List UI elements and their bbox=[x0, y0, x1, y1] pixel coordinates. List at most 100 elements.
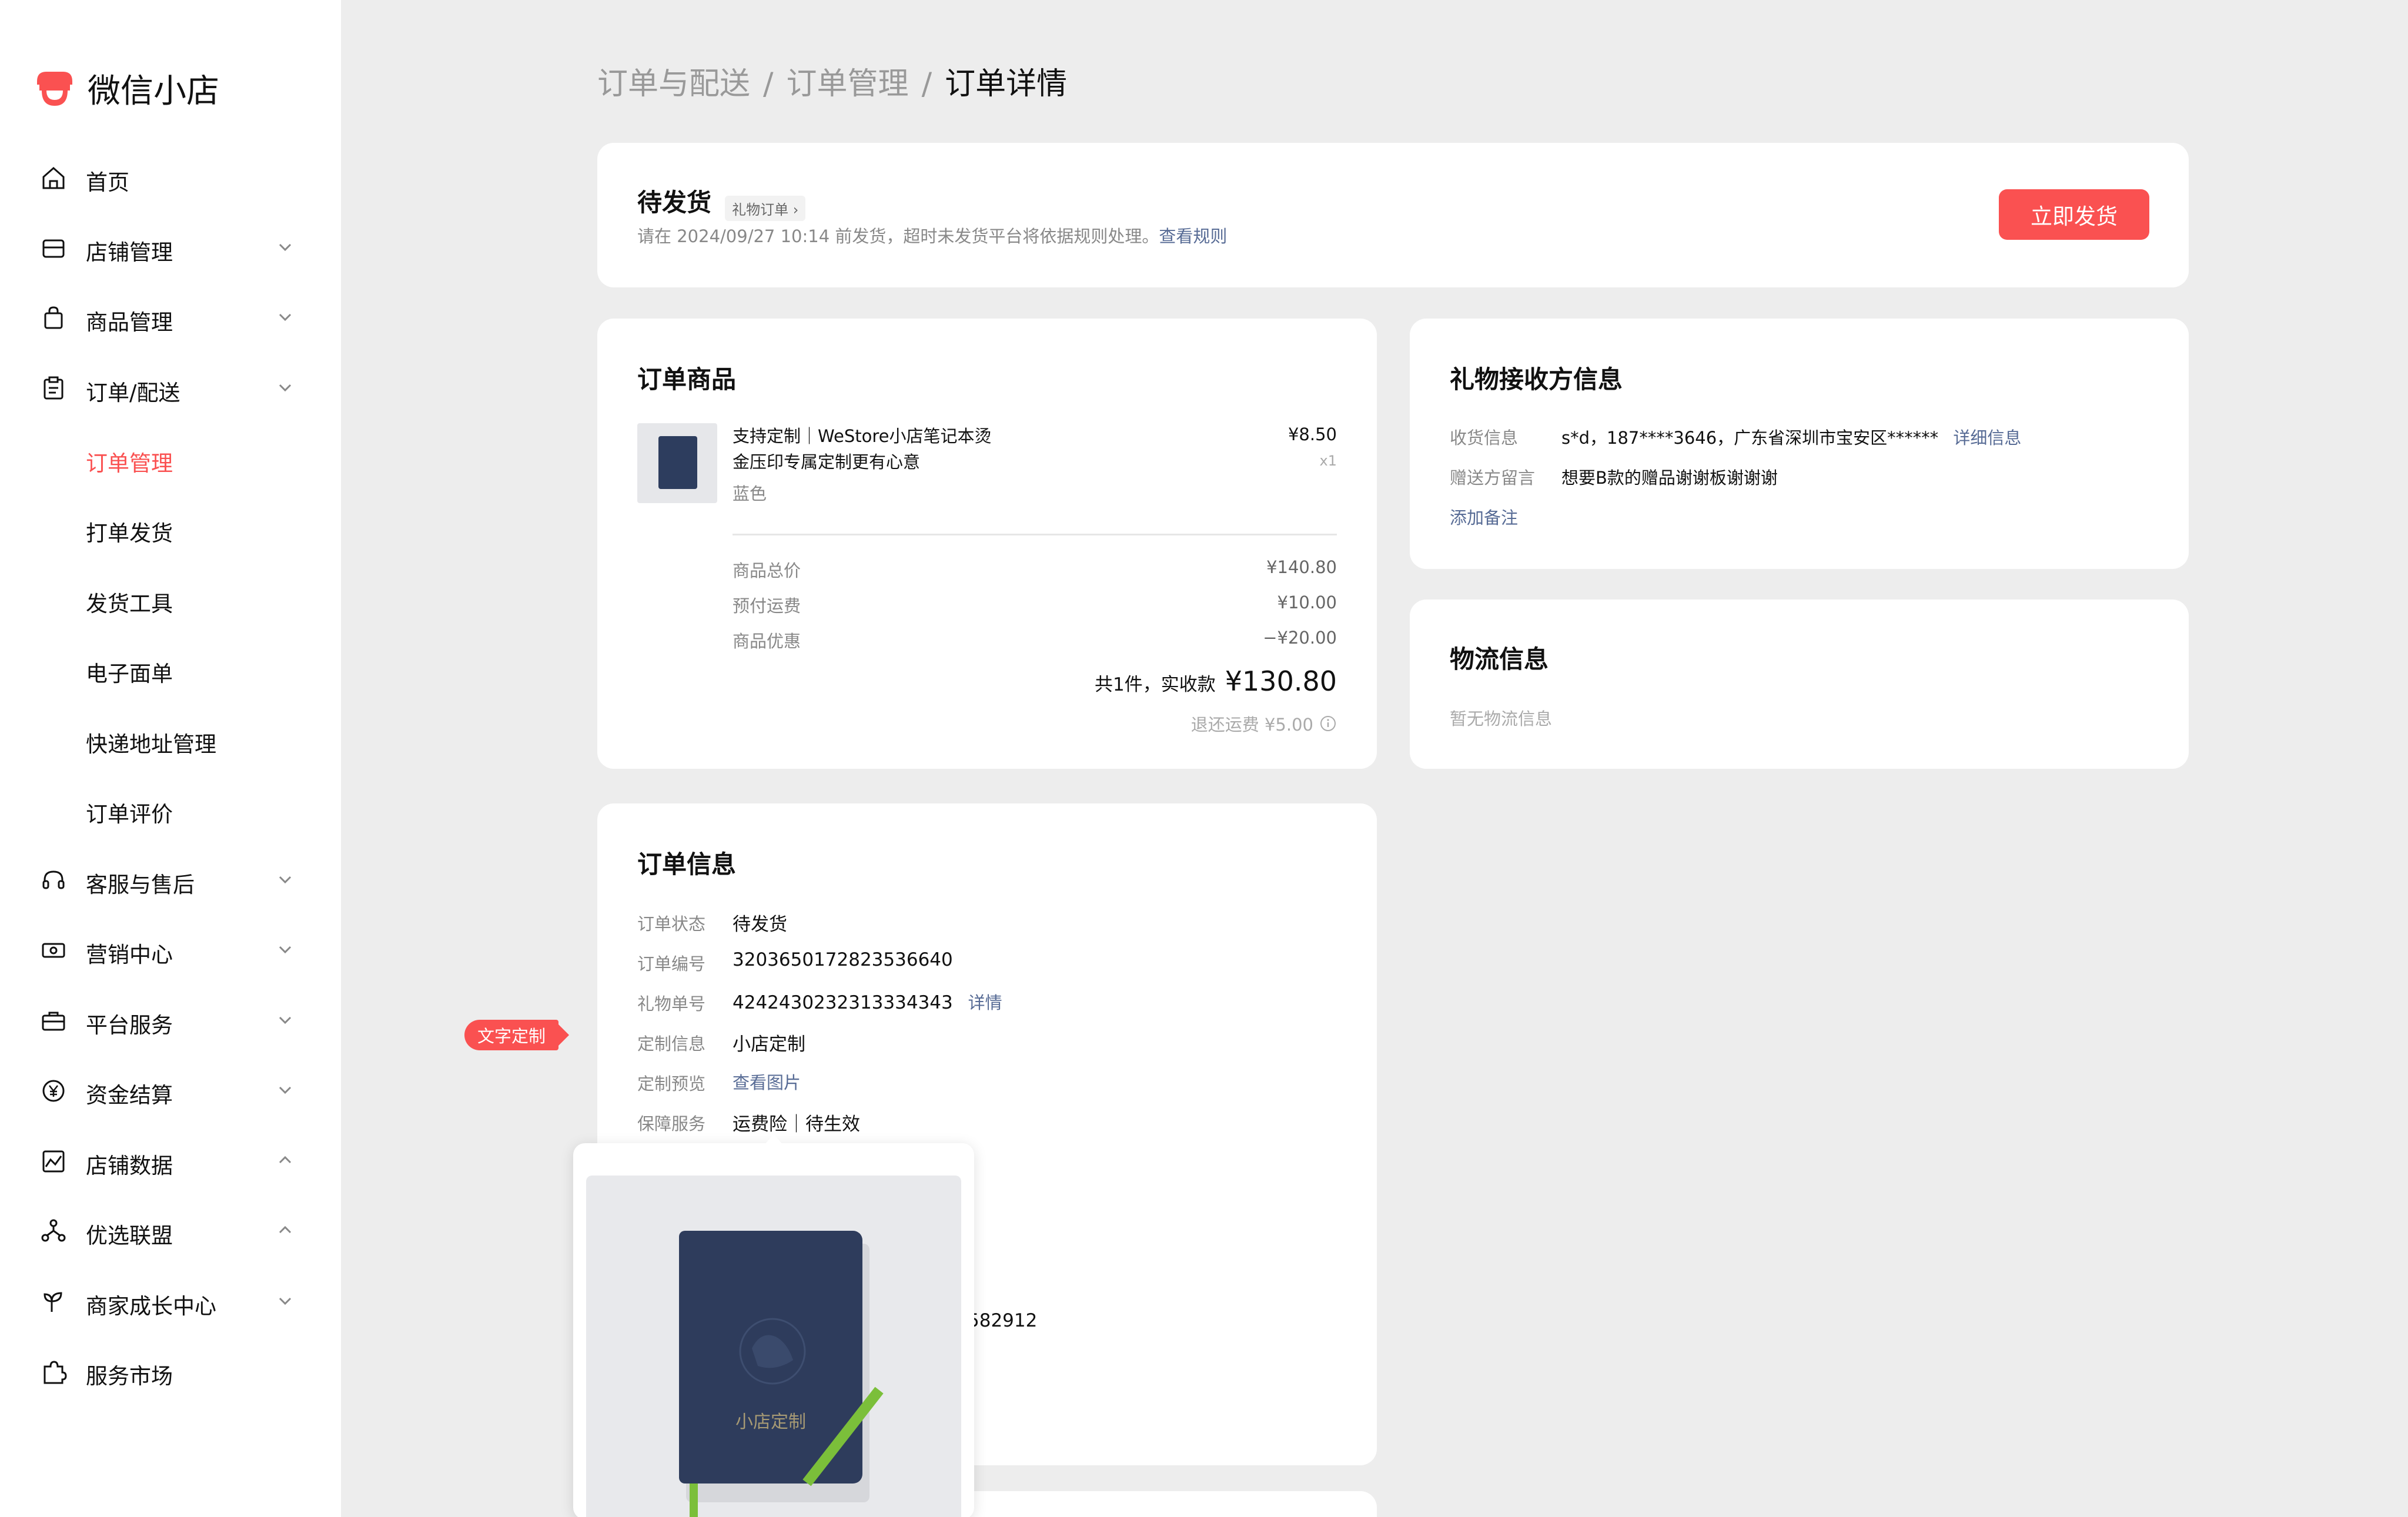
custom-info-label: 定制信息 bbox=[637, 1034, 706, 1054]
sidebar-item-label: 打单发货 bbox=[86, 521, 173, 546]
breadcrumb-item-orders[interactable]: 订单与配送 bbox=[597, 66, 750, 102]
total-label: 商品总价 bbox=[733, 561, 801, 581]
shop-logo-icon bbox=[37, 72, 72, 106]
breadcrumb-separator: / bbox=[763, 66, 774, 102]
sidebar-item-label: 发货工具 bbox=[86, 591, 173, 617]
sidebar-item-order-management[interactable]: 订单管理 bbox=[0, 435, 341, 482]
order-info-title: 订单信息 bbox=[637, 850, 737, 879]
sidebar-item-order-reviews[interactable]: 订单评价 bbox=[0, 786, 341, 833]
order-status-value: 待发货 bbox=[733, 914, 787, 935]
gift-order-tag[interactable]: 礼物订单 › bbox=[725, 196, 806, 221]
gift-number-text: 4242430232313334343 bbox=[733, 992, 953, 1013]
discount-value: −¥20.00 bbox=[1263, 628, 1337, 648]
add-note-link[interactable]: 添加备注 bbox=[1450, 504, 1518, 529]
status-title: 待发货 bbox=[637, 188, 712, 217]
globe-emboss-icon bbox=[739, 1318, 806, 1385]
detail-info-link[interactable]: 详细信息 bbox=[1953, 428, 2021, 448]
emboss-text: 小店定制 bbox=[735, 1412, 806, 1432]
sidebar-item-label: 首页 bbox=[86, 170, 129, 195]
summary-label: 共1件，实收款 bbox=[1095, 674, 1216, 695]
sidebar-item-products[interactable]: 商品管理 bbox=[0, 294, 341, 341]
store-icon bbox=[42, 239, 65, 258]
chart-icon bbox=[42, 1150, 65, 1173]
breadcrumb-separator: / bbox=[921, 66, 932, 102]
sidebar-item-marketing[interactable]: 营销中心 bbox=[0, 926, 341, 973]
breadcrumb: 订单与配送 / 订单管理 / 订单详情 bbox=[597, 59, 1067, 103]
product-name[interactable]: 支持定制｜WeStore小店笔记本烫 金压印专属定制更有心意 bbox=[733, 423, 991, 475]
shipping-info-value: s*d，187****3646，广东省深圳市宝安区****** 详细信息 bbox=[1561, 424, 2021, 449]
sidebar: 微信小店 首页 店铺管理 商品管理 订单/配送 订单管理 打单发货 发货工具 电… bbox=[0, 0, 341, 1517]
product-spec: 蓝色 bbox=[733, 484, 767, 504]
shipping-value: ¥10.00 bbox=[1277, 592, 1337, 612]
status-title-row: 待发货 礼物订单 › bbox=[637, 183, 806, 221]
order-number-label: 订单编号 bbox=[637, 954, 706, 974]
custom-info-value: 小店定制 bbox=[733, 1034, 805, 1055]
ticket-icon bbox=[42, 943, 65, 958]
sidebar-item-label: 商家成长中心 bbox=[86, 1294, 216, 1319]
sidebar-item-label: 服务市场 bbox=[86, 1364, 173, 1389]
guarantee-label: 保障服务 bbox=[637, 1114, 706, 1134]
summary-amount: ¥130.80 bbox=[1225, 665, 1337, 697]
notebook-thumbnail-icon bbox=[658, 436, 697, 489]
sidebar-item-finance[interactable]: 资金结算 bbox=[0, 1067, 341, 1114]
sprout-icon bbox=[44, 1292, 62, 1312]
sidebar-item-data[interactable]: 店铺数据 bbox=[0, 1137, 341, 1184]
sidebar-item-print-ship[interactable]: 打单发货 bbox=[0, 505, 341, 552]
bag-icon bbox=[44, 306, 63, 329]
shipping-label: 预付运费 bbox=[733, 596, 801, 616]
view-rules-link[interactable]: 查看规则 bbox=[1159, 226, 1227, 246]
return-shipping-text: 退还运费 ¥5.00 bbox=[1190, 715, 1313, 735]
partial-number-value: 582912 bbox=[968, 1310, 1038, 1331]
product-thumbnail[interactable] bbox=[637, 423, 717, 503]
sidebar-item-alliance[interactable]: 优选联盟 bbox=[0, 1207, 341, 1254]
logistics-title: 物流信息 bbox=[1450, 645, 1549, 674]
app-logo[interactable]: 微信小店 bbox=[34, 65, 219, 112]
sidebar-item-store[interactable]: 店铺管理 bbox=[0, 224, 341, 271]
discount-label: 商品优惠 bbox=[733, 631, 801, 651]
sidebar-item-label: 商品管理 bbox=[86, 310, 173, 335]
gift-number-value: 4242430232313334343 详情 bbox=[733, 989, 1002, 1014]
sidebar-item-e-waybill[interactable]: 电子面单 bbox=[0, 645, 341, 692]
clipboard-icon bbox=[44, 376, 63, 400]
sidebar-item-ship-tools[interactable]: 发货工具 bbox=[0, 575, 341, 622]
sidebar-item-growth[interactable]: 商家成长中心 bbox=[0, 1278, 341, 1325]
sidebar-item-service[interactable]: 客服与售后 bbox=[0, 856, 341, 903]
app-name: 微信小店 bbox=[88, 72, 219, 110]
custom-preview-label: 定制预览 bbox=[637, 1074, 706, 1094]
product-name-line2: 金压印专属定制更有心意 bbox=[733, 452, 921, 472]
sidebar-item-label: 电子面单 bbox=[86, 661, 173, 686]
product-name-line1: 支持定制｜WeStore小店笔记本烫 bbox=[733, 426, 992, 446]
sidebar-item-label: 店铺数据 bbox=[86, 1153, 173, 1178]
sidebar-item-label: 营销中心 bbox=[86, 942, 173, 967]
order-summary: 共1件，实收款 ¥130.80 bbox=[1095, 665, 1337, 697]
chevron-down-icon bbox=[279, 1297, 292, 1305]
sidebar-item-label: 客服与售后 bbox=[86, 872, 195, 898]
notice-text: 请在 2024/09/27 10:14 前发货，超时未发货平台将依据规则处理。 bbox=[637, 226, 1159, 246]
sidebar-item-address[interactable]: 快递地址管理 bbox=[0, 716, 341, 763]
gift-detail-link[interactable]: 详情 bbox=[968, 993, 1002, 1013]
ship-now-button[interactable]: 立即发货 bbox=[1999, 189, 2149, 240]
breadcrumb-item-order-management[interactable]: 订单管理 bbox=[787, 66, 909, 102]
yuan-icon bbox=[42, 1080, 65, 1102]
network-icon bbox=[41, 1219, 66, 1242]
chevron-down-icon bbox=[279, 1086, 292, 1094]
sidebar-item-label: 优选联盟 bbox=[86, 1223, 173, 1248]
bookmark-ribbon bbox=[690, 1483, 698, 1517]
gift-order-tag-label: 礼物订单 bbox=[732, 202, 789, 218]
sidebar-item-home[interactable]: 首页 bbox=[0, 154, 341, 201]
sender-message-label: 赠送方留言 bbox=[1450, 468, 1536, 488]
sidebar-item-label: 平台服务 bbox=[86, 1013, 173, 1038]
chevron-down-icon bbox=[279, 384, 292, 392]
order-status-card: 待发货 礼物订单 › 请在 2024/09/27 10:14 前发货，超时未发货… bbox=[597, 143, 2189, 287]
chevron-down-icon bbox=[279, 313, 292, 322]
sidebar-item-orders[interactable]: 订单/配送 bbox=[0, 364, 341, 411]
shipping-info-label: 收货信息 bbox=[1450, 428, 1519, 448]
info-icon[interactable] bbox=[1319, 715, 1337, 732]
chevron-up-icon bbox=[279, 1156, 292, 1164]
image-preview-popover[interactable]: 小店定制 bbox=[573, 1134, 974, 1517]
sidebar-item-label: 资金结算 bbox=[86, 1083, 173, 1108]
view-image-link[interactable]: 查看图片 bbox=[733, 1069, 801, 1094]
sidebar-item-platform[interactable]: 平台服务 bbox=[0, 997, 341, 1044]
sidebar-item-service-market[interactable]: 服务市场 bbox=[0, 1348, 341, 1395]
goods-divider bbox=[733, 534, 1337, 535]
